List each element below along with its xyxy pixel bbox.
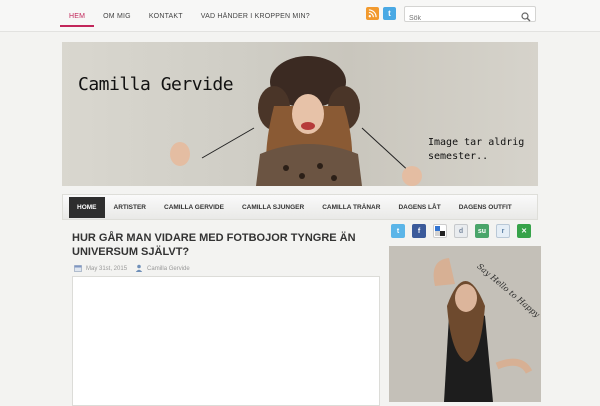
sidebar: t f d su r ✕ Say Hello to Happy xyxy=(388,224,541,402)
reddit-icon[interactable]: r xyxy=(496,224,510,238)
header-photo-figure xyxy=(170,56,422,186)
search-box xyxy=(404,6,536,26)
author-icon xyxy=(135,264,143,274)
twitter-icon[interactable]: t xyxy=(383,7,396,20)
post-content: HUR GÅR MAN VIDARE MED FOTBOJOR TYNGRE Ä… xyxy=(62,228,380,406)
site-title[interactable]: Camilla Gervide xyxy=(78,74,234,95)
header-banner[interactable]: Camilla Gervide Image tar aldrig semeste… xyxy=(62,42,538,186)
nav-camilla-gervide[interactable]: CAMILLA GERVIDE xyxy=(155,198,233,217)
nav-camilla-sjunger[interactable]: CAMILLA SJUNGER xyxy=(233,198,313,217)
calendar-icon xyxy=(74,264,82,274)
nav-dagens-lat[interactable]: DAGENS LÅT xyxy=(389,198,449,217)
facebook-icon[interactable]: f xyxy=(412,224,426,238)
top-navigation: HEM OM MIG KONTAKT VAD HÄNDER I KROPPEN … xyxy=(60,8,319,27)
site-tagline: Image tar aldrig semester.. xyxy=(428,136,538,164)
tagline-line-1: Image tar aldrig xyxy=(428,137,525,148)
topnav-body[interactable]: VAD HÄNDER I KROPPEN MIN? xyxy=(192,8,319,27)
stumbleupon-icon[interactable]: su xyxy=(475,224,489,238)
nav-camilla-tranar[interactable]: CAMILLA TRÄNAR xyxy=(313,198,389,217)
nav-dagens-outfit[interactable]: DAGENS OUTFIT xyxy=(450,198,521,217)
rss-icon[interactable] xyxy=(366,7,379,20)
nav-artister[interactable]: ARTISTER xyxy=(105,198,156,217)
digg-icon[interactable]: d xyxy=(454,224,468,238)
topnav-contact[interactable]: KONTAKT xyxy=(140,8,192,27)
close-share-icon[interactable]: ✕ xyxy=(517,224,531,238)
main-navigation: HOME ARTISTER CAMILLA GERVIDE CAMILLA SJ… xyxy=(62,194,538,220)
twitter-icon[interactable]: t xyxy=(391,224,405,238)
search-icon[interactable] xyxy=(521,9,531,27)
topnav-about[interactable]: OM MIG xyxy=(94,8,140,27)
search-input[interactable] xyxy=(405,11,515,26)
post-date: May 31st, 2015 xyxy=(86,266,128,272)
top-social-links: t xyxy=(366,7,396,20)
top-bar: HEM OM MIG KONTAKT VAD HÄNDER I KROPPEN … xyxy=(0,0,600,32)
post-meta: May 31st, 2015 Camilla Gervide xyxy=(74,264,190,274)
nav-home[interactable]: HOME xyxy=(69,196,105,218)
embedded-video[interactable] xyxy=(72,276,380,406)
sidebar-photo-figure xyxy=(389,246,541,402)
topnav-home[interactable]: HEM xyxy=(60,8,95,27)
delicious-icon[interactable] xyxy=(433,224,447,238)
post-author[interactable]: Camilla Gervide xyxy=(147,266,190,272)
tagline-line-2: semester.. xyxy=(428,151,489,162)
sidebar-social-links: t f d su r ✕ xyxy=(388,224,540,238)
post-title[interactable]: HUR GÅR MAN VIDARE MED FOTBOJOR TYNGRE Ä… xyxy=(62,228,368,259)
sidebar-photo[interactable]: Say Hello to Happy xyxy=(389,246,541,402)
